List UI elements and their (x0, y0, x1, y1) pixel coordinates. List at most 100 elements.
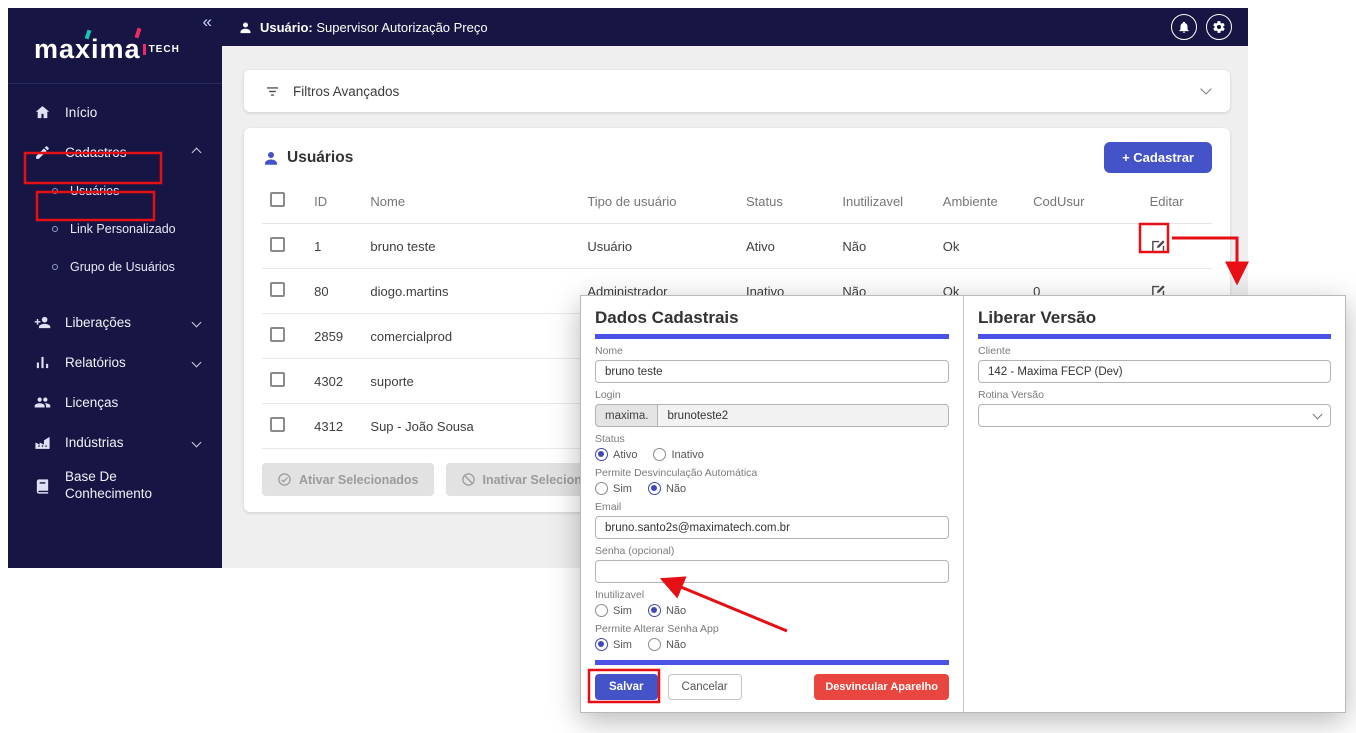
status-label: Status (595, 433, 949, 445)
sidebar-item-label: Indústrias (65, 435, 124, 450)
login-input[interactable]: brunoteste2 (657, 404, 949, 427)
email-field: Email bruno.santo2s@maximatech.com.br (595, 501, 949, 539)
chevron-down-icon (192, 317, 202, 327)
cell-codusur (1025, 224, 1141, 269)
cell-id: 4302 (306, 359, 362, 404)
desvincular-aparelho-button[interactable]: Desvincular Aparelho (814, 674, 949, 700)
bullet-icon (52, 188, 58, 194)
cell-nome: suporte (362, 359, 579, 404)
col-codusur: CodUsur (1025, 179, 1141, 224)
salvar-button[interactable]: Salvar (595, 674, 658, 700)
alterar-senha-nao-radio[interactable]: Não (648, 638, 686, 651)
sidebar-item-inicio[interactable]: Início (8, 92, 222, 132)
alterar-senha-sim-radio[interactable]: Sim (595, 638, 632, 651)
cell-id: 1 (306, 224, 362, 269)
sidebar-item-link-personalizado[interactable]: Link Personalizado (8, 210, 222, 248)
cell-nome: bruno teste (362, 224, 579, 269)
inutilizavel-sim-radio[interactable]: Sim (595, 604, 632, 617)
liberar-versao-title: Liberar Versão (978, 308, 1331, 328)
inutilizavel-nao-radio[interactable]: Não (648, 604, 686, 617)
ativar-selecionados-button[interactable]: Ativar Selecionados (262, 463, 434, 496)
bar-chart-icon (34, 354, 51, 371)
sidebar-item-label: Cadastros (65, 145, 127, 160)
radio-icon (595, 638, 608, 651)
chevron-down-icon (1313, 409, 1323, 419)
sidebar-item-liberacoes[interactable]: Liberações (8, 302, 222, 342)
cadastrar-button[interactable]: + Cadastrar (1104, 142, 1212, 173)
cell-inutilizavel: Não (834, 224, 934, 269)
sidebar-item-label: Início (65, 105, 97, 120)
title-divider (978, 334, 1331, 339)
notifications-button[interactable] (1171, 14, 1197, 40)
sidebar-item-base-de-conhecimento[interactable]: Base De Conhecimento (8, 462, 222, 510)
sidebar-item-industrias[interactable]: Indústrias (8, 422, 222, 462)
radio-icon (595, 482, 608, 495)
sidebar-subitem-label: Grupo de Usuários (70, 260, 175, 274)
col-tipo: Tipo de usuário (579, 179, 738, 224)
row-checkbox[interactable] (270, 417, 285, 432)
login-field: Login maxima. brunoteste2 (595, 389, 949, 427)
users-card-title: Usuários (287, 149, 353, 167)
rotina-versao-select[interactable] (978, 404, 1331, 427)
email-input[interactable]: bruno.santo2s@maximatech.com.br (595, 516, 949, 539)
desvinculacao-nao-radio[interactable]: Não (648, 482, 686, 495)
nome-field: Nome bruno teste (595, 345, 949, 383)
bullet-icon (52, 264, 58, 270)
sidebar-item-usuarios[interactable]: Usuários (8, 172, 222, 210)
col-editar: Editar (1142, 179, 1212, 224)
cell-status: Ativo (738, 224, 834, 269)
sidebar-item-label: Base De Conhecimento (65, 469, 175, 503)
cell-tipo: Usuário (579, 224, 738, 269)
senha-field: Senha (opcional) (595, 545, 949, 583)
slash-circle-icon (461, 472, 476, 487)
chevron-down-icon[interactable] (1200, 83, 1211, 94)
modal-footer: Salvar Cancelar Desvincular Aparelho (595, 654, 949, 700)
status-inativo-radio[interactable]: Inativo (653, 448, 703, 461)
current-user: Usuário: Supervisor Autorização Preço (238, 20, 488, 35)
col-inutilizavel: Inutilizavel (834, 179, 934, 224)
radio-icon (653, 448, 666, 461)
col-id: ID (306, 179, 362, 224)
sidebar-item-relatorios[interactable]: Relatórios (8, 342, 222, 382)
cliente-input[interactable]: 142 - Maxima FECP (Dev) (978, 360, 1331, 383)
topbar: Usuário: Supervisor Autorização Preço (222, 8, 1248, 46)
desvinculacao-sim-radio[interactable]: Sim (595, 482, 632, 495)
sidebar: « maximaTECH Início Cadastros Usuá (8, 8, 222, 568)
rotina-versao-field: Rotina Versão (978, 389, 1331, 427)
nome-input[interactable]: bruno teste (595, 360, 949, 383)
person-icon (262, 149, 280, 167)
email-label: Email (595, 501, 949, 513)
people-icon (34, 394, 51, 411)
senha-input[interactable] (595, 560, 949, 583)
inutilizavel-radio-group: Inutilizavel Sim Não (595, 589, 949, 617)
cell-ambiente: Ok (935, 224, 1025, 269)
row-checkbox[interactable] (270, 237, 285, 252)
edit-user-modal: Dados Cadastrais Nome bruno teste Login … (580, 295, 1346, 713)
select-all-checkbox[interactable] (270, 192, 285, 207)
advanced-filters-panel[interactable]: Filtros Avançados (244, 70, 1230, 112)
bullet-icon (52, 226, 58, 232)
nome-label: Nome (595, 345, 949, 357)
filter-icon (264, 83, 281, 100)
screenshot-canvas: « maximaTECH Início Cadastros Usuá (0, 0, 1356, 733)
factory-icon (34, 434, 51, 451)
row-checkbox[interactable] (270, 372, 285, 387)
col-ambiente: Ambiente (935, 179, 1025, 224)
liberar-versao-panel: Liberar Versão Cliente 142 - Maxima FECP… (964, 296, 1345, 712)
sidebar-item-label: Relatórios (65, 355, 126, 370)
sidebar-item-grupo-de-usuarios[interactable]: Grupo de Usuários (8, 248, 222, 286)
row-checkbox[interactable] (270, 327, 285, 342)
brand-logo: maximaTECH (8, 8, 222, 84)
status-ativo-radio[interactable]: Ativo (595, 448, 637, 461)
settings-button[interactable] (1206, 14, 1232, 40)
edit-row-icon[interactable] (1150, 238, 1204, 255)
cell-id: 4312 (306, 404, 362, 449)
sidebar-item-licencas[interactable]: Licenças (8, 382, 222, 422)
cancelar-button[interactable]: Cancelar (668, 674, 742, 700)
topbar-actions (1171, 14, 1232, 40)
sidebar-item-cadastros[interactable]: Cadastros (8, 132, 222, 172)
bell-icon (1177, 20, 1191, 34)
login-prefix: maxima. (595, 404, 657, 427)
gear-icon (1212, 20, 1226, 34)
row-checkbox[interactable] (270, 282, 285, 297)
